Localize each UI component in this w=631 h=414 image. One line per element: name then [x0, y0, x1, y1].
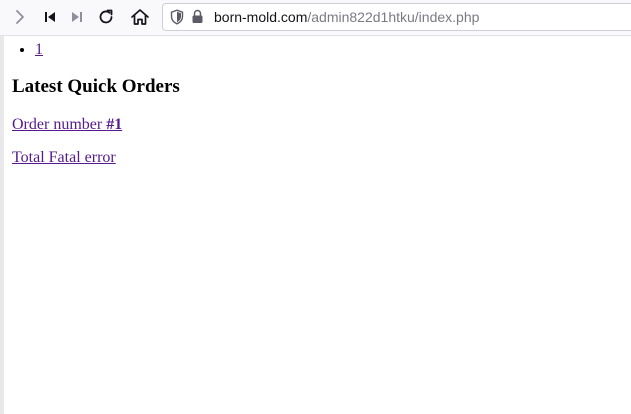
total-link[interactable]: Total Fatal error: [12, 149, 116, 166]
browser-toolbar: born-mold.com/admin822d1htku/index.php: [0, 0, 631, 36]
pager-item: 1: [35, 40, 631, 60]
url-host: born-mold.com: [214, 9, 308, 25]
page-content: 1 Latest Quick Orders Order number #1 To…: [12, 36, 631, 167]
home-button[interactable]: [129, 6, 151, 28]
order-link[interactable]: Order number #1: [12, 116, 122, 133]
skip-back-button[interactable]: [39, 6, 61, 28]
section-title: Latest Quick Orders: [12, 76, 180, 97]
order-number: #1: [106, 116, 123, 133]
home-icon: [130, 8, 150, 26]
address-bar[interactable]: born-mold.com/admin822d1htku/index.php: [162, 3, 631, 31]
lock-icon[interactable]: [191, 9, 204, 29]
skip-forward-button[interactable]: [66, 6, 88, 28]
reload-icon: [97, 8, 115, 26]
forward-button[interactable]: [9, 6, 31, 28]
pager-list: 1: [12, 40, 631, 60]
skip-forward-icon: [70, 10, 84, 24]
url-path: /admin822d1htku/index.php: [307, 9, 480, 25]
order-row: Order number #1: [12, 115, 631, 134]
reload-button[interactable]: [95, 6, 117, 28]
pager-link[interactable]: 1: [35, 41, 43, 58]
shield-icon[interactable]: [170, 9, 184, 30]
total-row: Total Fatal error: [12, 148, 631, 167]
skip-back-icon: [43, 10, 57, 24]
order-link-prefix: Order number: [12, 116, 107, 133]
page-left-border: [0, 36, 4, 414]
chevron-right-icon: [12, 9, 28, 25]
url-text: born-mold.com/admin822d1htku/index.php: [214, 4, 479, 30]
